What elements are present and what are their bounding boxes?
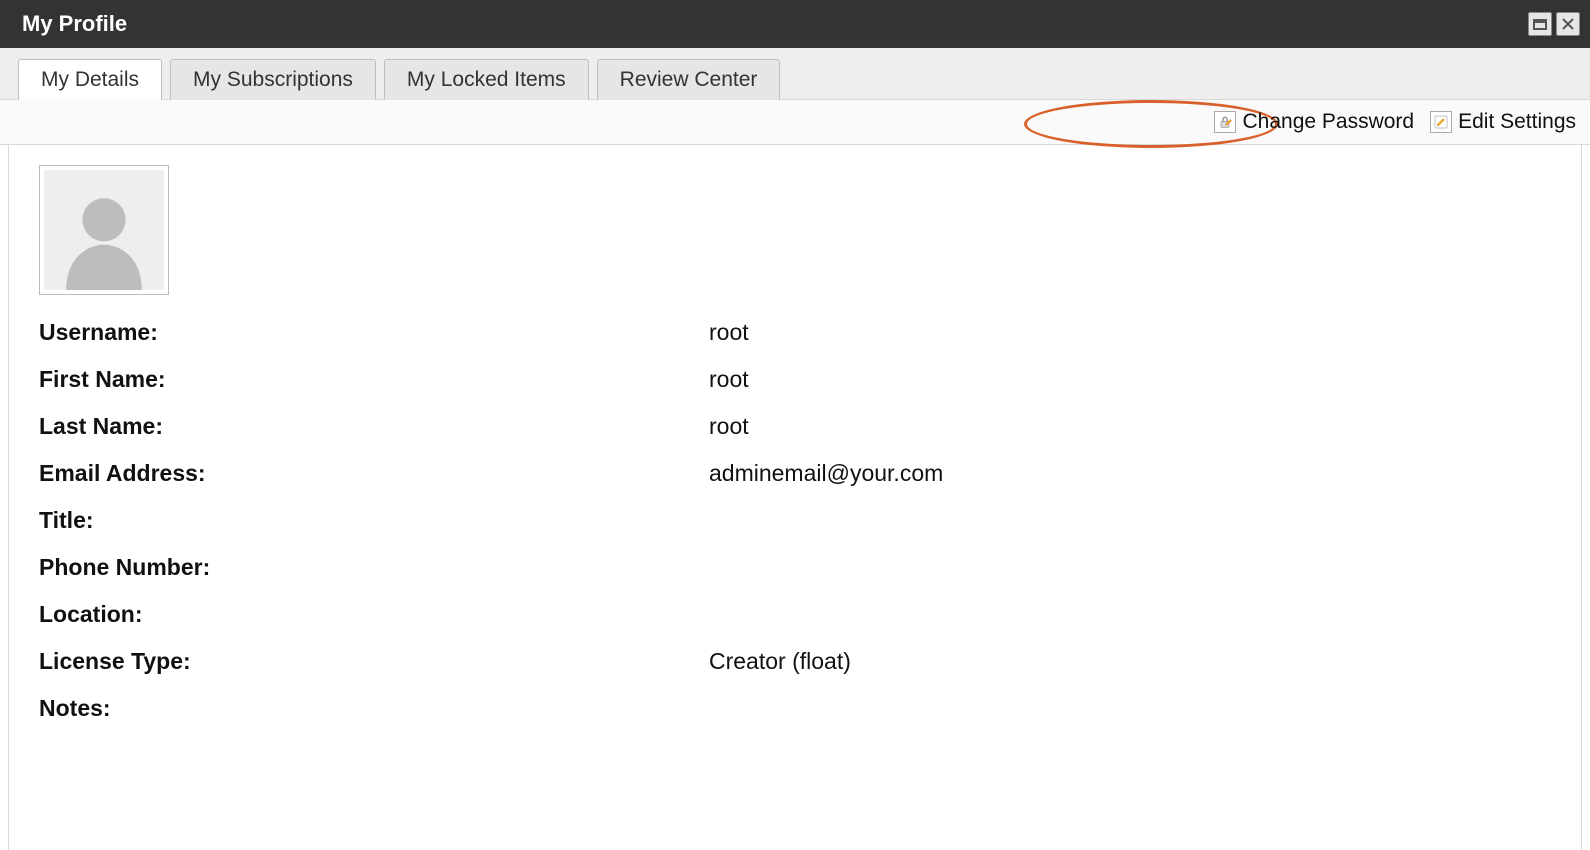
field-value: Creator (float) (709, 648, 851, 675)
field-value: root (709, 319, 749, 346)
edit-settings-label: Edit Settings (1458, 110, 1576, 134)
toolbar: Change Password Edit Settings (0, 100, 1590, 145)
tab-my-subscriptions[interactable]: My Subscriptions (170, 59, 376, 100)
change-password-button[interactable]: Change Password (1214, 110, 1414, 134)
field-phone-number: Phone Number: (39, 554, 1551, 581)
field-value: adminemail@your.com (709, 460, 943, 487)
field-label: Last Name: (39, 413, 709, 440)
close-icon (1560, 16, 1576, 32)
person-silhouette-icon (44, 170, 164, 290)
field-location: Location: (39, 601, 1551, 628)
titlebar: My Profile (0, 0, 1590, 48)
tab-review-center[interactable]: Review Center (597, 59, 781, 100)
field-label: Location: (39, 601, 709, 628)
lock-edit-icon (1214, 111, 1236, 133)
close-button[interactable] (1556, 12, 1580, 36)
maximize-icon (1532, 16, 1548, 32)
content-area: Username: root First Name: root Last Nam… (8, 145, 1582, 850)
field-label: First Name: (39, 366, 709, 393)
field-label: Title: (39, 507, 709, 534)
window: My Profile My Details My Subscriptions M… (0, 0, 1590, 850)
tab-label: My Details (41, 68, 139, 91)
tab-my-locked-items[interactable]: My Locked Items (384, 59, 589, 100)
window-buttons (1528, 12, 1580, 36)
avatar (39, 165, 169, 295)
field-first-name: First Name: root (39, 366, 1551, 393)
field-label: Phone Number: (39, 554, 709, 581)
field-license-type: License Type: Creator (float) (39, 648, 1551, 675)
field-email-address: Email Address: adminemail@your.com (39, 460, 1551, 487)
tab-label: My Subscriptions (193, 68, 353, 91)
change-password-label: Change Password (1242, 110, 1414, 134)
maximize-button[interactable] (1528, 12, 1552, 36)
tab-bar: My Details My Subscriptions My Locked It… (0, 48, 1590, 100)
field-title: Title: (39, 507, 1551, 534)
edit-settings-button[interactable]: Edit Settings (1430, 110, 1576, 134)
window-title: My Profile (22, 11, 1528, 37)
profile-panel: My Details My Subscriptions My Locked It… (0, 48, 1590, 850)
field-username: Username: root (39, 319, 1551, 346)
field-label: Username: (39, 319, 709, 346)
field-last-name: Last Name: root (39, 413, 1551, 440)
field-label: Notes: (39, 695, 709, 722)
pencil-edit-icon (1430, 111, 1452, 133)
field-value: root (709, 366, 749, 393)
field-notes: Notes: (39, 695, 1551, 722)
field-value: root (709, 413, 749, 440)
field-label: Email Address: (39, 460, 709, 487)
field-label: License Type: (39, 648, 709, 675)
tab-label: My Locked Items (407, 68, 566, 91)
tab-my-details[interactable]: My Details (18, 59, 162, 100)
tab-label: Review Center (620, 68, 758, 91)
